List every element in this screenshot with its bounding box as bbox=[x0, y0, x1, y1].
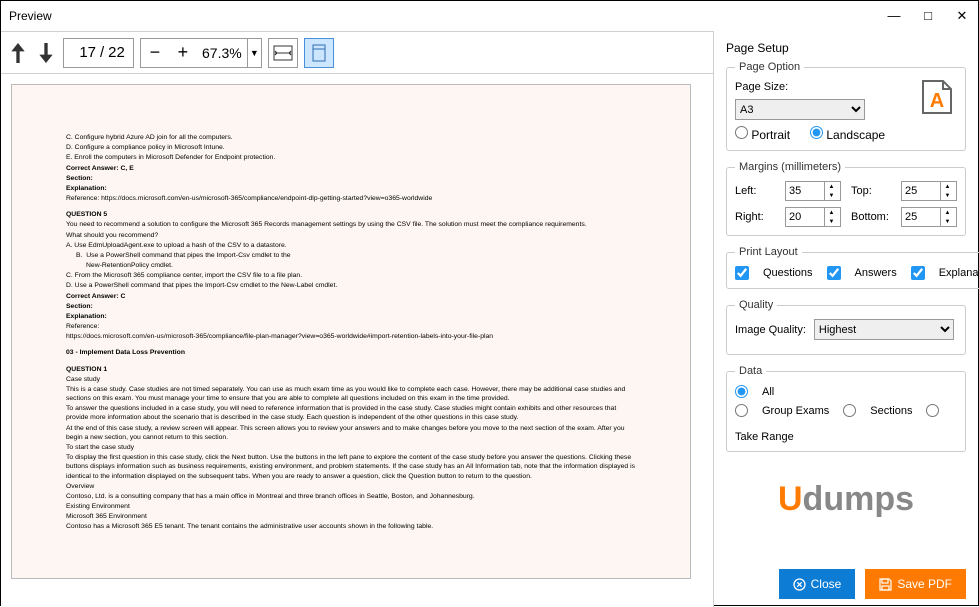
fit-width-button[interactable] bbox=[268, 38, 298, 68]
image-quality-select[interactable]: Highest bbox=[814, 319, 954, 340]
toolbar: / 22 − + 67.3% ▼ bbox=[1, 31, 713, 74]
settings-panel: Page Setup Page Option A Page Size: A3 P… bbox=[714, 31, 978, 607]
questions-checkbox[interactable] bbox=[735, 266, 749, 280]
margin-right-input[interactable]: ▲▼ bbox=[785, 207, 841, 227]
fit-page-button[interactable] bbox=[304, 38, 334, 68]
all-radio[interactable] bbox=[735, 385, 748, 398]
landscape-radio[interactable]: Landscape bbox=[810, 126, 885, 142]
preview-area: C. Configure hybrid Azure AD join for al… bbox=[1, 74, 713, 607]
sections-radio[interactable] bbox=[843, 404, 856, 417]
save-icon bbox=[879, 578, 892, 591]
current-page-input[interactable] bbox=[72, 44, 96, 61]
close-icon bbox=[793, 578, 806, 591]
data-group: Data All Group Exams Sections Take Range bbox=[726, 365, 966, 452]
print-layout-group: Print Layout Questions Answers Explanati… bbox=[726, 246, 979, 289]
margin-bottom-input[interactable]: ▲▼ bbox=[901, 207, 957, 227]
explanation-checkbox[interactable] bbox=[911, 266, 925, 280]
zoom-in-button[interactable]: + bbox=[169, 42, 197, 63]
total-pages: 22 bbox=[108, 44, 125, 61]
page-size-select[interactable]: A3 bbox=[735, 99, 865, 120]
maximize-button[interactable]: □ bbox=[920, 8, 936, 24]
window-buttons: — □ ✕ bbox=[886, 8, 970, 24]
preview-panel: / 22 − + 67.3% ▼ C. Configure hybrid Azu… bbox=[1, 31, 714, 607]
save-pdf-button[interactable]: Save PDF bbox=[865, 569, 966, 599]
margins-group: Margins (millimeters) Left: ▲▼ Top: ▲▼ R… bbox=[726, 161, 966, 236]
take-range-radio[interactable] bbox=[926, 404, 939, 417]
document-page: C. Configure hybrid Azure AD join for al… bbox=[11, 84, 691, 579]
margin-top-input[interactable]: ▲▼ bbox=[901, 181, 957, 201]
portrait-radio[interactable]: Portrait bbox=[735, 126, 790, 142]
margin-left-input[interactable]: ▲▼ bbox=[785, 181, 841, 201]
zoom-value: 67.3% bbox=[197, 45, 247, 61]
page-indicator: / 22 bbox=[63, 38, 134, 68]
panel-title: Page Setup bbox=[726, 41, 966, 55]
zoom-group: − + 67.3% ▼ bbox=[140, 38, 262, 68]
group-exams-radio[interactable] bbox=[735, 404, 748, 417]
window-title: Preview bbox=[9, 9, 886, 23]
titlebar: Preview — □ ✕ bbox=[1, 1, 978, 31]
page-icon: A bbox=[917, 77, 957, 117]
zoom-out-button[interactable]: − bbox=[141, 42, 169, 63]
quality-group: Quality Image Quality: Highest bbox=[726, 299, 966, 355]
close-button[interactable]: Close bbox=[779, 569, 856, 599]
close-window-button[interactable]: ✕ bbox=[954, 8, 970, 24]
zoom-dropdown[interactable]: ▼ bbox=[247, 39, 261, 67]
page-up-icon[interactable] bbox=[7, 42, 29, 64]
page-option-group: Page Option A Page Size: A3 Portrait Lan… bbox=[726, 61, 966, 151]
svg-text:A: A bbox=[930, 90, 944, 112]
page-down-icon[interactable] bbox=[35, 42, 57, 64]
answers-checkbox[interactable] bbox=[827, 266, 841, 280]
minimize-button[interactable]: — bbox=[886, 8, 902, 24]
logo: Udumps bbox=[726, 480, 966, 519]
